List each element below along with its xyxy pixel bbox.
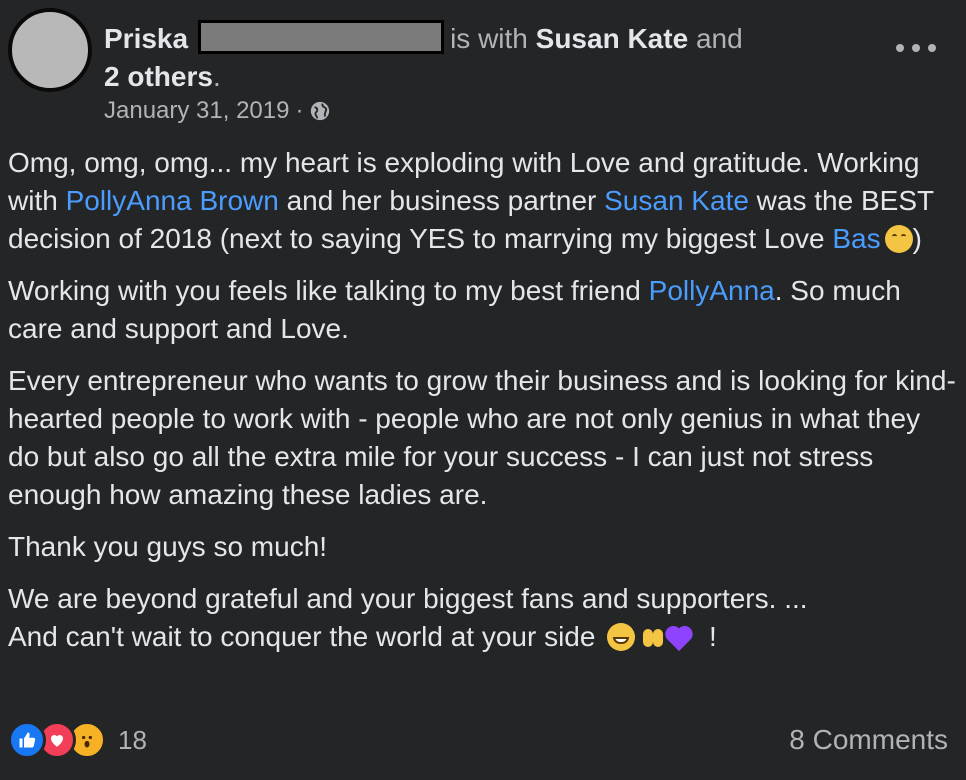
p1-text-2: and her business partner — [278, 185, 605, 216]
redacted-name — [198, 20, 445, 54]
with-text: is with — [450, 23, 528, 54]
and-text: and — [695, 23, 743, 54]
paragraph-2: Working with you feels like talking to m… — [8, 272, 956, 348]
post-body: Omg, omg, omg... my heart is exploding w… — [8, 144, 956, 670]
post-footer: 18 8 Comments — [8, 718, 948, 762]
smiling-face-emoji-icon — [884, 225, 913, 253]
raised-hands-emoji-icon — [639, 623, 667, 651]
p5-line-2: And can't wait to conquer the world at y… — [8, 621, 596, 652]
like-icon — [8, 721, 46, 759]
comments-count-link[interactable]: 8 Comments — [789, 724, 948, 756]
more-options-button[interactable] — [896, 36, 936, 60]
mention-susan-kate[interactable]: Susan Kate — [604, 185, 749, 216]
more-horizontal-icon — [928, 44, 936, 52]
mention-pollyanna[interactable]: PollyAnna — [649, 275, 775, 306]
surprised-face-icon — [82, 735, 92, 748]
avatar[interactable] — [8, 8, 92, 92]
p5-line-1: We are beyond grateful and your biggest … — [8, 583, 808, 614]
mention-pollyanna-brown[interactable]: PollyAnna Brown — [66, 185, 279, 216]
meta-separator: · — [295, 97, 304, 124]
post-date[interactable]: January 31, 2019 — [104, 96, 289, 126]
post-header: Priska is with Susan Kate and 2 others. J… — [8, 8, 958, 128]
paragraph-1: Omg, omg, omg... my heart is exploding w… — [8, 144, 956, 258]
author-line: Priska is with Susan Kate and 2 others. — [104, 20, 804, 96]
reaction-count: 18 — [118, 724, 147, 755]
purple-heart-emoji-icon — [671, 623, 701, 651]
globe-icon[interactable] — [309, 100, 331, 122]
tagged-others-link[interactable]: 2 others — [104, 61, 213, 92]
tagged-person[interactable]: Susan Kate — [536, 23, 689, 54]
paragraph-5: We are beyond grateful and your biggest … — [8, 580, 956, 656]
mention-bas[interactable]: Bas — [832, 223, 880, 254]
post-meta: January 31, 2019 · — [104, 96, 331, 126]
thumbs-up-icon — [19, 732, 36, 748]
more-horizontal-icon — [912, 44, 920, 52]
author-name[interactable]: Priska — [104, 23, 188, 54]
more-horizontal-icon — [896, 44, 904, 52]
reactions-summary[interactable]: 18 — [8, 721, 147, 759]
author-line-period: . — [212, 61, 221, 92]
heart-icon — [50, 734, 64, 747]
grinning-face-emoji-icon — [607, 623, 636, 651]
p5-end: ! — [701, 621, 717, 652]
paragraph-3: Every entrepreneur who wants to grow the… — [8, 365, 956, 510]
p2-text-1: Working with you feels like talking to m… — [8, 275, 649, 306]
paragraph-4: Thank you guys so much! — [8, 531, 328, 562]
p1-text-4: ) — [912, 223, 922, 254]
